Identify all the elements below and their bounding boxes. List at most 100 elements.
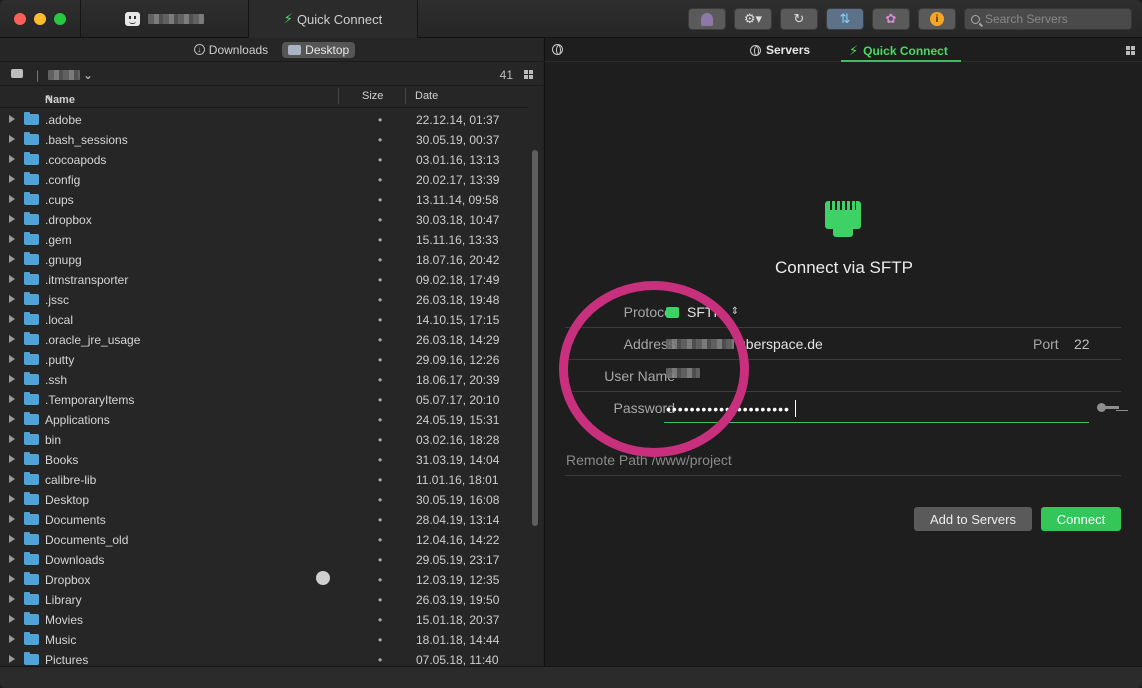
disclosure-triangle-icon[interactable] [9,515,15,523]
minimize-window-button[interactable] [34,13,46,25]
table-row[interactable]: .cups • 13.11.14, 09:58 [0,190,528,210]
disclosure-triangle-icon[interactable] [9,135,15,143]
disclosure-triangle-icon[interactable] [9,495,15,503]
table-row[interactable]: Documents_old • 12.04.16, 14:22 [0,530,528,550]
table-row[interactable]: .gnupg • 18.07.16, 20:42 [0,250,528,270]
file-name: .TemporaryItems [45,393,135,407]
disclosure-triangle-icon[interactable] [9,455,15,463]
table-row[interactable]: Downloads • 29.05.19, 23:17 [0,550,528,570]
location-downloads[interactable]: ↓ Downloads [188,42,274,58]
tab-servers[interactable]: Servers [750,43,810,57]
disclosure-triangle-icon[interactable] [9,615,15,623]
grid-view-icon[interactable] [524,70,533,79]
table-row[interactable]: .cocoapods • 03.01.16, 13:13 [0,150,528,170]
tab-local-browser[interactable] [80,0,248,38]
table-row[interactable]: Music • 18.01.18, 14:44 [0,630,528,650]
protocol-select[interactable]: SFTP ⇕ [666,304,739,320]
file-date: 30.03.18, 10:47 [416,213,500,227]
table-row[interactable]: Desktop • 30.05.19, 16:08 [0,490,528,510]
table-row[interactable]: .jssc • 26.03.18, 19:48 [0,290,528,310]
file-date: 03.01.16, 13:13 [416,153,500,167]
table-row[interactable]: .TemporaryItems • 05.07.17, 20:10 [0,390,528,410]
table-row[interactable]: .itmstransporter • 09.02.18, 17:49 [0,270,528,290]
port-field[interactable]: 22 [1074,336,1090,352]
connect-button[interactable]: Connect [1041,507,1121,531]
disclosure-triangle-icon[interactable] [9,375,15,383]
keychain-key-icon[interactable] [1097,403,1119,413]
disclosure-triangle-icon[interactable] [9,335,15,343]
table-row[interactable]: .dropbox • 30.03.18, 10:47 [0,210,528,230]
disclosure-triangle-icon[interactable] [9,175,15,183]
disclosure-triangle-icon[interactable] [9,635,15,643]
zoom-window-button[interactable] [54,13,66,25]
disclosure-triangle-icon[interactable] [9,255,15,263]
table-row[interactable]: Applications • 24.05.19, 15:31 [0,410,528,430]
table-row[interactable]: .oracle_jre_usage • 26.03.18, 14:29 [0,330,528,350]
table-row[interactable]: .config • 20.02.17, 13:39 [0,170,528,190]
column-size[interactable]: Size [362,90,383,102]
disclosure-triangle-icon[interactable] [9,395,15,403]
add-to-servers-button[interactable]: Add to Servers [914,507,1032,531]
table-row[interactable]: Library • 26.03.19, 19:50 [0,590,528,610]
address-field[interactable]: uberspace.de [666,336,823,352]
table-row[interactable]: Movies • 15.01.18, 20:37 [0,610,528,630]
disclosure-triangle-icon[interactable] [9,595,15,603]
disclosure-triangle-icon[interactable] [9,275,15,283]
disclosure-triangle-icon[interactable] [9,535,15,543]
table-row[interactable]: .ssh • 18.06.17, 20:39 [0,370,528,390]
remote-path-row[interactable]: Remote Path /www/project [565,444,1121,476]
disclosure-triangle-icon[interactable] [9,215,15,223]
disclosure-triangle-icon[interactable] [9,415,15,423]
table-row[interactable]: .bash_sessions • 30.05.19, 00:37 [0,130,528,150]
table-row[interactable]: .putty • 29.09.16, 12:26 [0,350,528,370]
tab-quick-connect-panel[interactable]: ⚡ Quick Connect [849,43,948,59]
disclosure-triangle-icon[interactable] [9,155,15,163]
disclosure-triangle-icon[interactable] [9,555,15,563]
disclosure-triangle-icon[interactable] [9,295,15,303]
column-divider[interactable] [338,88,339,104]
search-servers-field[interactable]: Search Servers [964,8,1132,30]
ghost-button[interactable] [688,8,726,30]
path-selector[interactable]: ⌄ [48,68,93,82]
file-list-scrollbar[interactable] [531,110,539,666]
password-field[interactable]: ••••••••••••••••••••• [666,400,796,417]
globe-icon[interactable] [552,44,563,55]
folder-icon [24,652,39,665]
remote-path-field[interactable]: Remote Path /www/project [566,452,732,468]
grid-view-icon[interactable] [1126,46,1135,55]
column-date[interactable]: Date [415,90,438,102]
tab-quick-connect[interactable]: ⚡ Quick Connect [248,0,418,38]
table-row[interactable]: Pictures • 07.05.18, 11:40 [0,650,528,666]
table-row[interactable]: Books • 31.03.19, 14:04 [0,450,528,470]
column-divider[interactable] [405,88,406,104]
table-row[interactable]: bin • 03.02.16, 18:28 [0,430,528,450]
disclosure-triangle-icon[interactable] [9,115,15,123]
username-field[interactable] [666,368,700,378]
transfer-button[interactable]: ⇅ [826,8,864,30]
refresh-button[interactable]: ↻ [780,8,818,30]
disclosure-triangle-icon[interactable] [9,195,15,203]
table-row[interactable]: .gem • 15.11.16, 13:33 [0,230,528,250]
remote-path-label: Remote Path [566,452,648,468]
disclosure-triangle-icon[interactable] [9,435,15,443]
disclosure-triangle-icon[interactable] [9,575,15,583]
disclosure-triangle-icon[interactable] [9,355,15,363]
file-date: 30.05.19, 00:37 [416,133,500,147]
gear-menu-button[interactable]: ⚙▾ [734,8,772,30]
info-button[interactable]: i [918,8,956,30]
disclosure-triangle-icon[interactable] [9,235,15,243]
table-row[interactable]: calibre-lib • 11.01.16, 18:01 [0,470,528,490]
table-row[interactable]: .adobe • 22.12.14, 01:37 [0,110,528,130]
address-row: Address uberspace.de Port 22 [565,328,1121,360]
table-row[interactable]: .local • 14.10.15, 17:15 [0,310,528,330]
table-row[interactable]: Dropbox • 12.03.19, 12:35 [0,570,528,590]
flower-button[interactable]: ✿ [872,8,910,30]
table-row[interactable]: Documents • 28.04.19, 13:14 [0,510,528,530]
disclosure-triangle-icon[interactable] [9,315,15,323]
disclosure-triangle-icon[interactable] [9,655,15,663]
close-window-button[interactable] [14,13,26,25]
scrollbar-thumb[interactable] [532,150,538,526]
location-desktop[interactable]: Desktop [282,41,356,58]
disclosure-triangle-icon[interactable] [9,475,15,483]
folder-icon [24,252,39,265]
